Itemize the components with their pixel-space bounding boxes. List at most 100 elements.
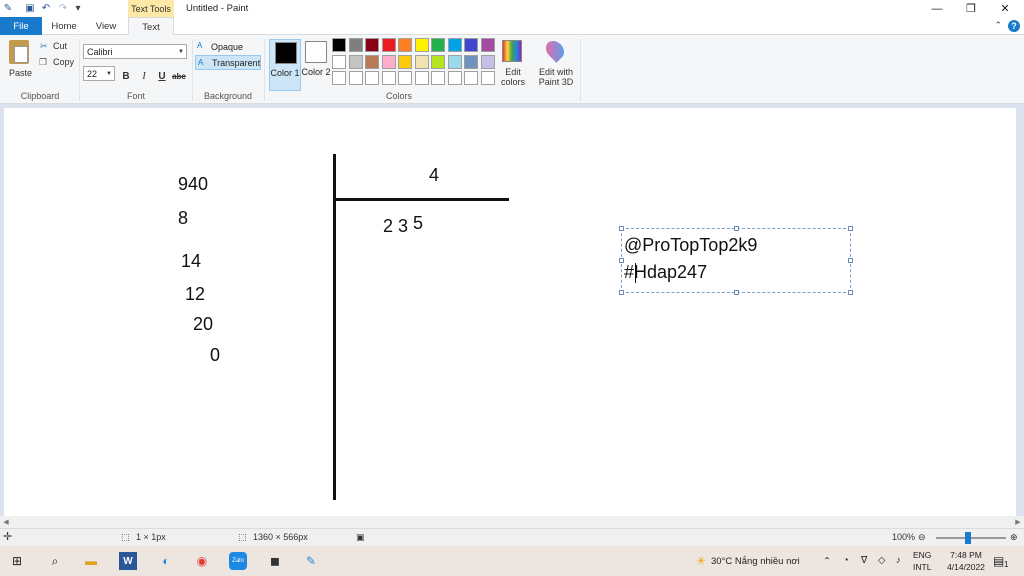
language-line-2[interactable]: INTL (913, 562, 931, 572)
edit-with-paint3d-button[interactable]: Edit with Paint 3D (533, 67, 579, 87)
resize-handle[interactable] (734, 226, 739, 231)
resize-handle[interactable] (734, 290, 739, 295)
edit-colors-button[interactable]: Edit colors (498, 67, 528, 87)
tab-file[interactable]: File (0, 17, 42, 35)
palette-color-swatch[interactable] (431, 54, 445, 69)
resize-handle[interactable] (619, 290, 624, 295)
paste-button[interactable]: Paste (9, 68, 32, 78)
palette-color-swatch[interactable] (348, 38, 363, 52)
show-hidden-icons-icon[interactable]: ⌃ (823, 556, 831, 567)
zalo-icon[interactable]: Zalo (229, 552, 247, 570)
customize-quick-access-icon[interactable]: ▾ (72, 2, 84, 14)
resize-handle[interactable] (848, 290, 853, 295)
horizontal-scrollbar[interactable]: ◀ ▶ (0, 516, 1024, 528)
palette-color-swatch[interactable] (398, 54, 412, 69)
resize-handle[interactable] (619, 226, 624, 231)
cut-button[interactable]: Cut (53, 41, 67, 51)
windows-start-icon[interactable]: ⊞ (8, 552, 26, 570)
underline-button[interactable]: U (155, 69, 169, 83)
palette-color-swatch[interactable] (332, 54, 346, 69)
palette-color-swatch[interactable] (414, 54, 429, 69)
transparent-button[interactable]: A Transparent (195, 55, 261, 70)
color2-button[interactable]: Color 2 (300, 39, 332, 91)
paint-app-icon[interactable]: ✎ (2, 2, 14, 14)
undo-icon[interactable]: ↶ (40, 2, 52, 14)
file-explorer-icon[interactable]: ▬ (82, 552, 100, 570)
font-family-select[interactable]: Calibri ▼ (83, 44, 187, 59)
italic-button[interactable]: I (137, 69, 151, 83)
resize-handle[interactable] (848, 226, 853, 231)
clock-date[interactable]: 4/14/2022 (941, 562, 991, 572)
tab-home[interactable]: Home (44, 17, 84, 35)
palette-color-swatch[interactable] (414, 71, 429, 85)
palette-color-swatch[interactable] (365, 71, 379, 85)
palette-color-swatch[interactable] (365, 38, 379, 52)
palette-color-swatch[interactable] (464, 71, 478, 85)
notification-icon[interactable]: ▤ (993, 554, 1004, 568)
word-icon[interactable]: W (119, 552, 137, 570)
network-wifi-icon[interactable]: ◇ (878, 555, 885, 566)
palette-color-swatch[interactable] (365, 54, 379, 69)
cut-icon[interactable]: ✂ (40, 41, 48, 52)
tab-view[interactable]: View (86, 17, 126, 35)
palette-color-swatch[interactable] (447, 71, 462, 85)
minimize-ribbon-icon[interactable]: ⌃ (994, 20, 1002, 31)
palette-color-swatch[interactable] (447, 54, 462, 69)
palette-color-swatch[interactable] (332, 38, 346, 52)
strikethrough-button[interactable]: abc (172, 69, 186, 83)
palette-color-swatch[interactable] (480, 54, 495, 69)
copy-icon[interactable]: ❐ (39, 57, 47, 68)
edit-colors-icon[interactable] (502, 40, 522, 62)
palette-color-swatch[interactable] (464, 54, 478, 69)
palette-color-swatch[interactable] (431, 38, 445, 52)
font-size-select[interactable]: 22 ▼ (83, 66, 115, 81)
palette-color-swatch[interactable] (332, 71, 346, 85)
edge-icon[interactable]: ◐ (157, 552, 175, 570)
redo-icon[interactable]: ↷ (57, 2, 69, 14)
palette-color-swatch[interactable] (464, 38, 478, 52)
palette-color-swatch[interactable] (348, 71, 363, 85)
opaque-button[interactable]: A Opaque (195, 39, 261, 54)
palette-color-swatch[interactable] (381, 54, 396, 69)
search-icon[interactable]: ⌕ (46, 552, 64, 570)
palette-color-swatch[interactable] (348, 54, 363, 69)
paste-icon[interactable] (9, 40, 29, 64)
resize-handle[interactable] (848, 258, 853, 263)
chrome-icon[interactable]: ◉ (193, 552, 211, 570)
language-line-1[interactable]: ENG (913, 550, 931, 560)
save-icon[interactable]: ▣ (24, 2, 36, 14)
weather-text[interactable]: 30°C Nắng nhiều nơi (711, 556, 800, 567)
palette-color-swatch[interactable] (381, 71, 396, 85)
copy-button[interactable]: Copy (53, 57, 74, 67)
palette-color-swatch[interactable] (381, 38, 396, 52)
paint-taskbar-icon[interactable]: ✎ (302, 552, 320, 570)
chevron-down-icon: ▼ (178, 48, 184, 55)
clock-time[interactable]: 7:48 PM (946, 550, 986, 560)
zoom-in-icon[interactable]: ⊕ (1010, 532, 1018, 543)
color1-button[interactable]: Color 1 (269, 39, 301, 91)
store-icon[interactable]: ◼ (266, 552, 284, 570)
drawing-canvas[interactable]: 940 8 14 12 20 0 4 2 3 5 @ProTopTop2k9 #… (4, 108, 1016, 516)
bold-button[interactable]: B (119, 69, 133, 83)
palette-color-swatch[interactable] (414, 38, 429, 52)
close-button[interactable]: ✕ (988, 0, 1022, 17)
zoom-slider[interactable] (936, 537, 1006, 539)
palette-color-swatch[interactable] (480, 71, 495, 85)
zoom-out-icon[interactable]: ⊖ (918, 532, 926, 543)
volume-icon[interactable]: ♪ (896, 555, 901, 566)
scroll-left-icon[interactable]: ◀ (0, 516, 12, 528)
network-icon[interactable]: ◔ (843, 555, 849, 566)
help-icon[interactable]: ? (1008, 20, 1020, 32)
maximize-button[interactable]: ❐ (954, 0, 988, 17)
minimize-button[interactable]: — (920, 0, 954, 17)
palette-color-swatch[interactable] (398, 71, 412, 85)
palette-color-swatch[interactable] (447, 38, 462, 52)
scroll-right-icon[interactable]: ▶ (1012, 516, 1024, 528)
palette-color-swatch[interactable] (398, 38, 412, 52)
paint3d-icon[interactable] (542, 37, 568, 63)
palette-color-swatch[interactable] (431, 71, 445, 85)
tab-text[interactable]: Text (128, 17, 174, 36)
zoom-slider-thumb[interactable] (965, 532, 971, 544)
onedrive-icon[interactable]: ∇ (861, 555, 867, 566)
palette-color-swatch[interactable] (480, 38, 495, 52)
